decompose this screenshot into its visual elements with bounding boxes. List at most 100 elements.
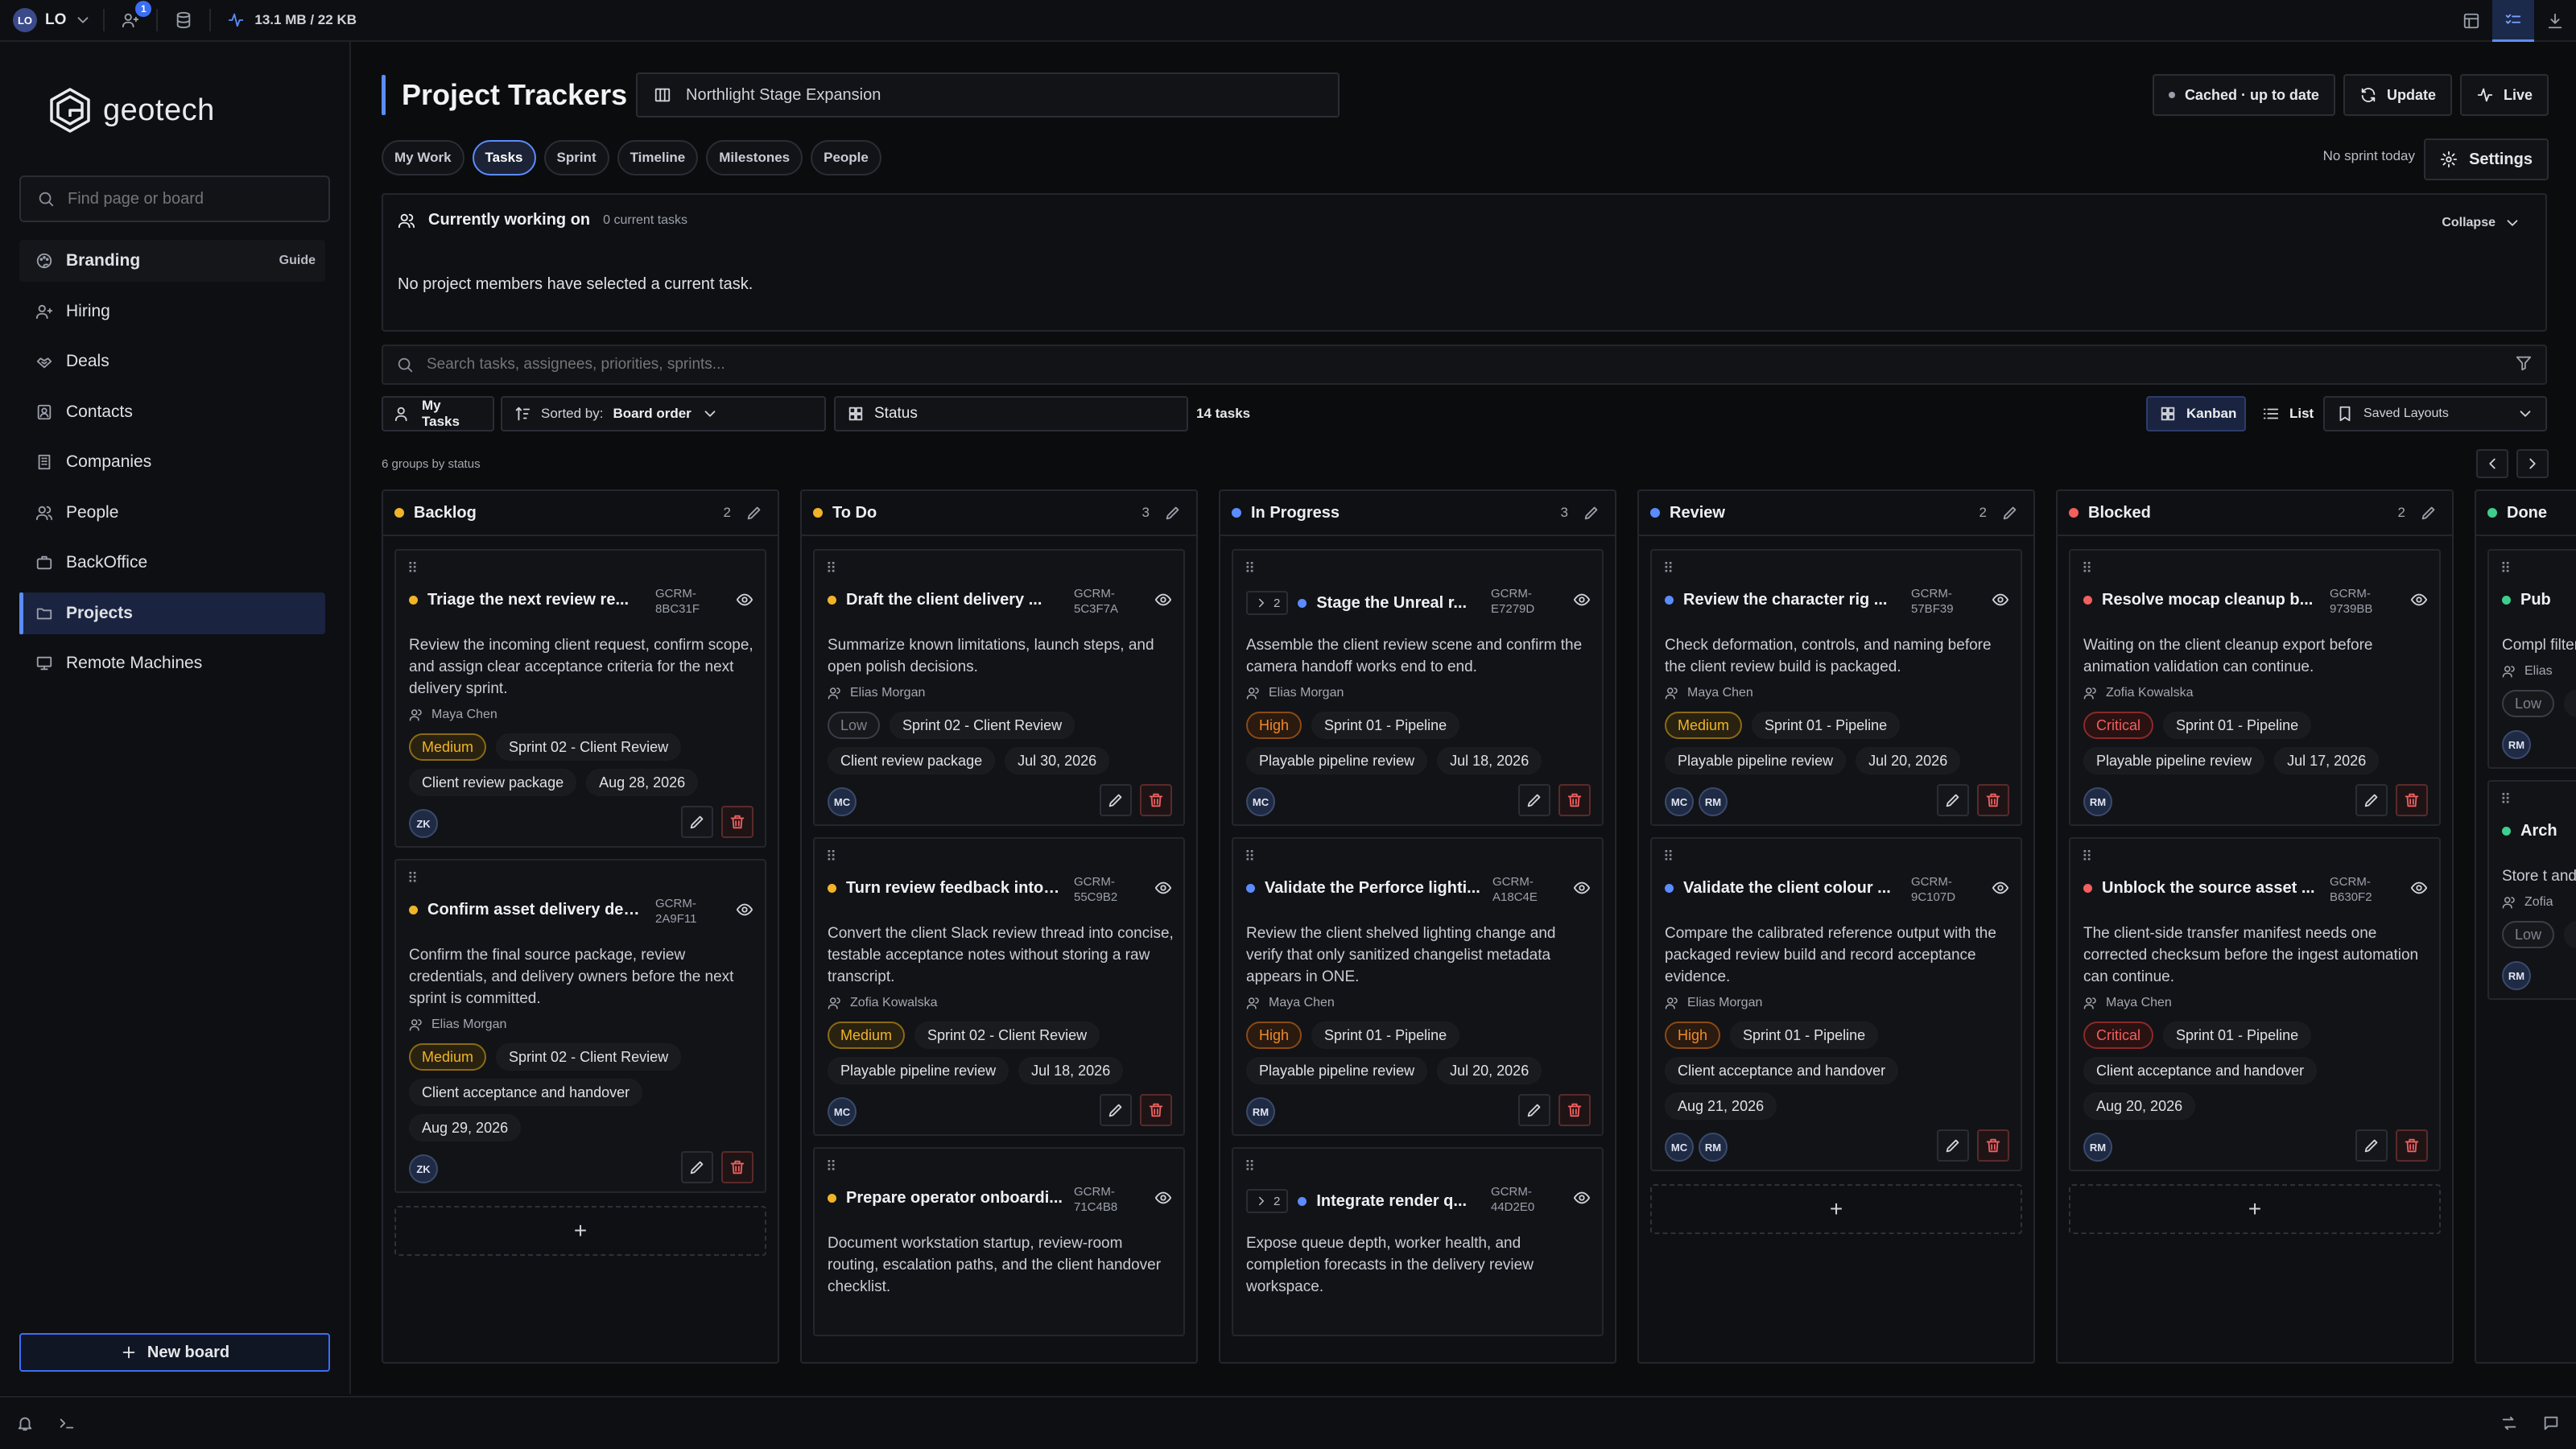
task-search-input[interactable] — [427, 356, 2439, 374]
eye-icon[interactable] — [2410, 879, 2428, 897]
drag-handle-icon[interactable]: ⠿ — [826, 848, 836, 865]
avatar[interactable]: ZK — [409, 1154, 438, 1183]
tab-sprint[interactable]: Sprint — [543, 140, 609, 175]
delete-button[interactable] — [1977, 1129, 2009, 1162]
task-card[interactable]: ⠿ Prepare operator onboardi... GCRM- 71C4B8… — [813, 1147, 1185, 1336]
avatar[interactable]: MC — [828, 1097, 857, 1126]
eye-icon[interactable] — [736, 901, 753, 919]
avatar[interactable]: ZK — [409, 809, 438, 838]
drag-handle-icon[interactable]: ⠿ — [826, 560, 836, 577]
tab-tasks[interactable]: Tasks — [472, 140, 536, 175]
sidebar-search-input[interactable] — [68, 189, 309, 208]
my-tasks-button[interactable]: My Tasks — [382, 396, 494, 431]
live-button[interactable]: Live — [2459, 74, 2549, 116]
update-button[interactable]: Update — [2343, 74, 2452, 116]
card-title[interactable]: Unblock the source asset ... — [2102, 879, 2315, 898]
drag-handle-icon[interactable]: ⠿ — [407, 560, 418, 577]
task-card[interactable]: ⠿ Pub Compl filterin only c Elias Low Playa RM — [2487, 549, 2576, 769]
user-name[interactable]: LO — [45, 11, 66, 29]
database-icon[interactable] — [169, 6, 198, 35]
avatar[interactable]: MC — [828, 787, 857, 816]
edit-button[interactable] — [1518, 1094, 1550, 1126]
sidebar-item-people[interactable]: People — [19, 492, 325, 534]
avatar[interactable]: RM — [2083, 1133, 2112, 1162]
pencil-icon[interactable] — [745, 504, 763, 522]
sidebar-item-companies[interactable]: Companies — [19, 441, 325, 483]
task-card[interactable]: ⠿ Confirm asset delivery dep... GCRM- 2A9F1… — [394, 859, 766, 1193]
chat-icon[interactable] — [2542, 1414, 2560, 1432]
guide-link[interactable]: Guide — [279, 254, 316, 268]
edit-button[interactable] — [1518, 784, 1550, 816]
edit-button[interactable] — [681, 806, 713, 838]
task-card[interactable]: ⠿ Triage the next review re... GCRM- 8BC31F… — [394, 549, 766, 848]
drag-handle-icon[interactable]: ⠿ — [1245, 1158, 1255, 1175]
tab-milestones[interactable]: Milestones — [706, 140, 803, 175]
task-list-icon[interactable] — [2492, 0, 2534, 42]
avatar[interactable]: RM — [1246, 1097, 1275, 1126]
eye-icon[interactable] — [2410, 591, 2428, 609]
drag-handle-icon[interactable]: ⠿ — [2082, 560, 2092, 577]
sidebar-search[interactable] — [19, 175, 330, 222]
card-title[interactable]: Triage the next review re... — [427, 591, 629, 609]
chevron-right-icon[interactable] — [2516, 449, 2549, 478]
avatar[interactable]: RM — [1699, 787, 1728, 816]
sidebar-item-projects[interactable]: Projects — [19, 592, 325, 634]
task-card[interactable]: ⠿ 2 Integrate render q... GCRM- 44D2E0 Expose… — [1232, 1147, 1604, 1336]
avatar[interactable]: RM — [2083, 787, 2112, 816]
eye-icon[interactable] — [1992, 879, 2009, 897]
avatar[interactable]: MC — [1665, 787, 1694, 816]
layout-icon[interactable] — [2450, 0, 2492, 42]
group-select[interactable]: Status — [834, 396, 1188, 431]
saved-layouts-select[interactable]: Saved Layouts — [2323, 396, 2547, 431]
tab-timeline[interactable]: Timeline — [617, 140, 699, 175]
delete-button[interactable] — [721, 1151, 753, 1183]
card-title[interactable]: Integrate render q... — [1316, 1192, 1467, 1211]
eye-icon[interactable] — [1573, 591, 1591, 609]
drag-handle-icon[interactable]: ⠿ — [407, 870, 418, 887]
eye-icon[interactable] — [1154, 879, 1172, 897]
pencil-icon[interactable] — [2420, 504, 2438, 522]
avatar[interactable]: MC — [1246, 787, 1275, 816]
sort-select[interactable]: Sorted by: Board order — [501, 396, 826, 431]
add-card-button[interactable]: + — [394, 1206, 766, 1256]
kanban-view-button[interactable]: Kanban — [2146, 396, 2246, 431]
switch-icon[interactable] — [2500, 1414, 2518, 1432]
card-title[interactable]: Pub — [2520, 591, 2551, 609]
pencil-icon[interactable] — [1583, 504, 1600, 522]
task-card[interactable]: ⠿ Validate the client colour ... GCRM- 9C10… — [1650, 837, 2022, 1171]
delete-button[interactable] — [1558, 784, 1591, 816]
delete-button[interactable] — [2396, 1129, 2428, 1162]
users-icon[interactable]: 1 — [116, 1, 152, 35]
task-card[interactable]: ⠿ Arch Store t and rel milesto Zofia Low Clie… — [2487, 780, 2576, 1000]
card-title[interactable]: Arch — [2520, 822, 2557, 840]
card-title[interactable]: Resolve mocap cleanup b... — [2102, 591, 2313, 609]
task-card[interactable]: ⠿ Review the character rig ... GCRM- 57BF39… — [1650, 549, 2022, 826]
delete-button[interactable] — [1977, 784, 2009, 816]
collapse-button[interactable]: Collapse — [2442, 214, 2521, 232]
subtask-toggle[interactable]: 2 — [1246, 1189, 1289, 1213]
list-view-button[interactable]: List — [2249, 396, 2317, 431]
task-search[interactable] — [382, 345, 2547, 385]
edit-button[interactable] — [2355, 1129, 2388, 1162]
edit-button[interactable] — [1100, 784, 1132, 816]
task-card[interactable]: ⠿ Draft the client delivery ... GCRM- 5C3F7… — [813, 549, 1185, 826]
sidebar-item-backoffice[interactable]: BackOffice — [19, 542, 325, 584]
avatar[interactable]: RM — [1699, 1133, 1728, 1162]
delete-button[interactable] — [1558, 1094, 1591, 1126]
task-card[interactable]: ⠿ Validate the Perforce lighti... GCRM- A18… — [1232, 837, 1604, 1136]
card-title[interactable]: Confirm asset delivery dep... — [427, 901, 645, 919]
settings-button[interactable]: Settings — [2424, 138, 2549, 180]
edit-button[interactable] — [1937, 1129, 1969, 1162]
task-card[interactable]: ⠿ 2 Stage the Unreal r... GCRM- E7279D Assemb… — [1232, 549, 1604, 826]
user-avatar[interactable]: LO — [13, 8, 37, 32]
sidebar-item-contacts[interactable]: Contacts — [19, 391, 325, 433]
drag-handle-icon[interactable]: ⠿ — [1663, 848, 1674, 865]
sidebar-item-branding[interactable]: Branding Guide — [19, 240, 325, 282]
pencil-icon[interactable] — [2001, 504, 2019, 522]
add-card-button[interactable]: + — [1650, 1184, 2022, 1234]
add-card-button[interactable]: + — [2069, 1184, 2441, 1234]
board-selector[interactable]: Northlight Stage Expansion — [636, 72, 1340, 118]
avatar[interactable]: RM — [2502, 961, 2531, 990]
new-board-button[interactable]: New board — [19, 1333, 330, 1372]
sidebar-item-hiring[interactable]: Hiring — [19, 291, 325, 332]
